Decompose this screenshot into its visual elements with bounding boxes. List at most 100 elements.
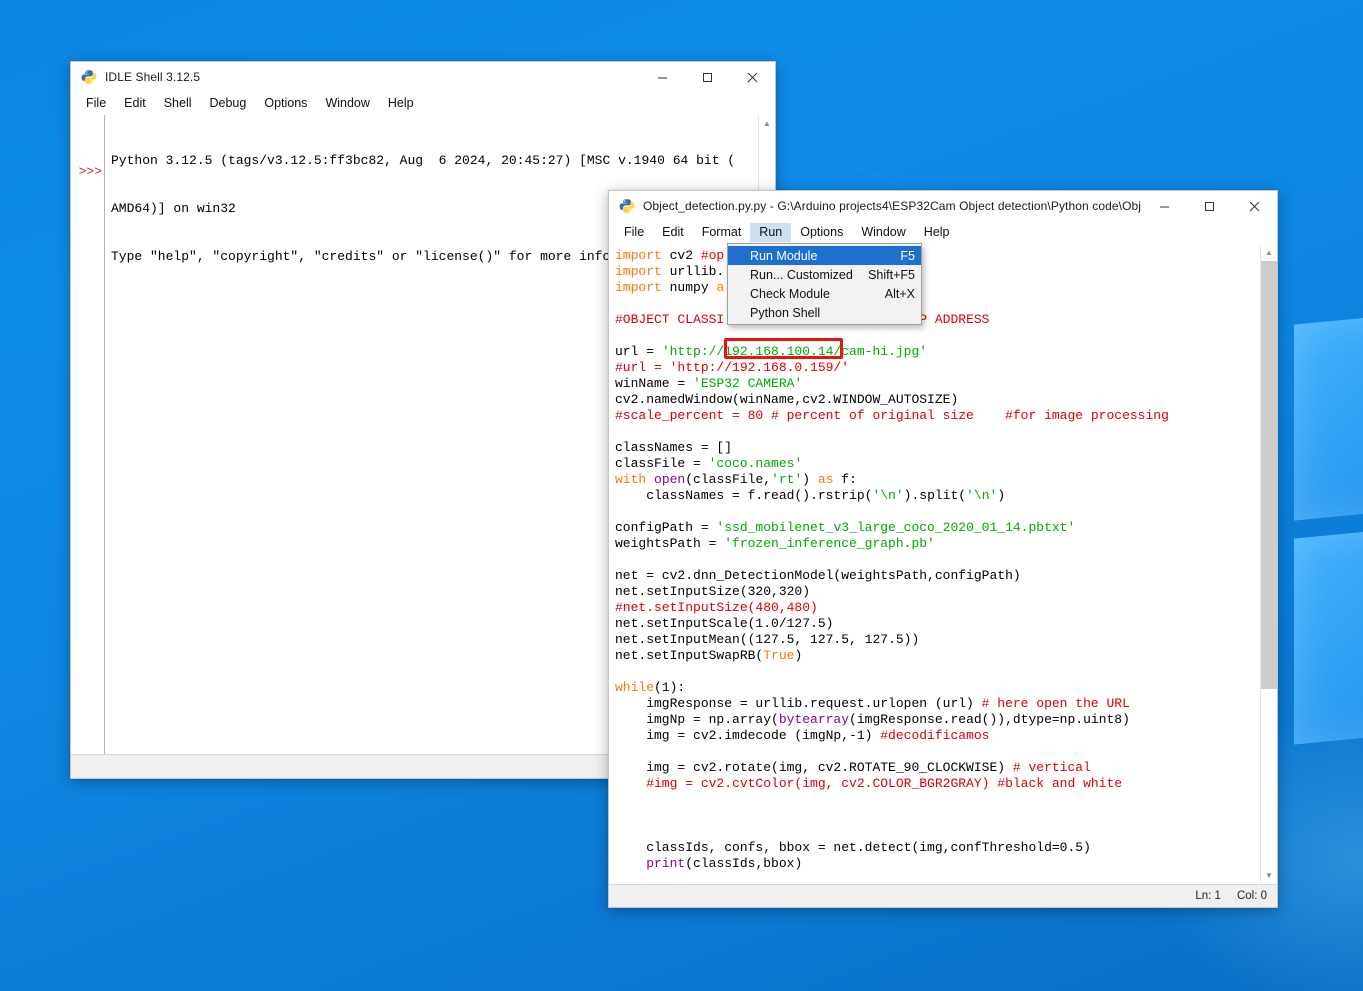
code-line: import numpy a bbox=[615, 280, 1260, 296]
code-token: cv2.namedWindow(winName,cv2.WINDOW_AUTOS… bbox=[615, 392, 958, 407]
code-token: as bbox=[818, 472, 841, 487]
code-line: import urllib. d URL bbox=[615, 264, 1260, 280]
editor-menu-format[interactable]: Format bbox=[693, 223, 751, 243]
code-line: url = 'http://192.168.100.14/cam-hi.jpg' bbox=[615, 344, 1260, 360]
code-line: img = cv2.imdecode (imgNp,-1) #decodific… bbox=[615, 728, 1260, 744]
code-line: print(classIds,bbox) bbox=[615, 856, 1260, 872]
run-dropdown-menu[interactable]: Run Module F5 Run... Customized Shift+F5… bbox=[727, 243, 922, 325]
logo-tile-top-right bbox=[1294, 305, 1363, 521]
shell-menubar[interactable]: File Edit Shell Debug Options Window Hel… bbox=[71, 92, 775, 115]
editor-statusbar: Ln: 1 Col: 0 bbox=[609, 884, 1277, 907]
code-token: # here open the URL bbox=[982, 696, 1130, 711]
code-line: weightsPath = 'frozen_inference_graph.pb… bbox=[615, 536, 1260, 552]
code-line: imgNp = np.array(bytearray(imgResponse.r… bbox=[615, 712, 1260, 728]
menu-item-run-customized[interactable]: Run... Customized Shift+F5 bbox=[728, 265, 921, 284]
code-token: 'http://192.168.100.14/cam-hi.jpg' bbox=[662, 344, 927, 359]
editor-close-button[interactable] bbox=[1232, 191, 1277, 221]
menu-item-check-module[interactable]: Check Module Alt+X bbox=[728, 284, 921, 303]
code-token: f: bbox=[841, 472, 857, 487]
editor-code-area[interactable]: import cv2 #opimport urllib. d URLimport… bbox=[609, 244, 1277, 884]
editor-scroll-thumb[interactable] bbox=[1261, 261, 1277, 689]
code-token: ) bbox=[997, 488, 1005, 503]
editor-titlebar[interactable]: Object_detection.py.py - G:\Arduino proj… bbox=[609, 191, 1277, 221]
code-line: classFile = 'coco.names' bbox=[615, 456, 1260, 472]
code-line: classIds, confs, bbox = net.detect(img,c… bbox=[615, 840, 1260, 856]
code-token: 'rt' bbox=[771, 472, 802, 487]
code-line bbox=[615, 792, 1260, 808]
code-line: while(1): bbox=[615, 680, 1260, 696]
code-token: ).split( bbox=[904, 488, 966, 503]
editor-vertical-scrollbar[interactable]: ▲ ▼ bbox=[1260, 244, 1277, 884]
shell-maximize-button[interactable] bbox=[685, 62, 730, 92]
shell-menu-options[interactable]: Options bbox=[255, 94, 316, 114]
python-idle-icon bbox=[81, 69, 97, 85]
shell-menu-edit[interactable]: Edit bbox=[115, 94, 155, 114]
code-token: 'ESP32 CAMERA' bbox=[693, 376, 802, 391]
code-token: url = bbox=[615, 344, 662, 359]
editor-menu-run[interactable]: Run bbox=[750, 223, 791, 243]
code-line: #net.setInputSize(480,480) bbox=[615, 600, 1260, 616]
shell-close-button[interactable] bbox=[730, 62, 775, 92]
menu-item-run-module[interactable]: Run Module F5 bbox=[728, 246, 921, 265]
scroll-down-icon[interactable]: ▼ bbox=[1261, 867, 1277, 884]
editor-menu-options[interactable]: Options bbox=[791, 223, 852, 243]
shell-menu-window[interactable]: Window bbox=[316, 94, 378, 114]
code-token: img = cv2.imdecode (imgNp,-1) bbox=[615, 728, 880, 743]
code-token: winName = bbox=[615, 376, 693, 391]
editor-menu-file[interactable]: File bbox=[615, 223, 653, 243]
code-token: net.setInputSwapRB( bbox=[615, 648, 763, 663]
code-token: #OBJECT CLASSI bbox=[615, 312, 724, 327]
code-text[interactable]: import cv2 #opimport urllib. d URLimport… bbox=[609, 244, 1260, 884]
shell-menu-debug[interactable]: Debug bbox=[201, 94, 256, 114]
shell-titlebar[interactable]: IDLE Shell 3.12.5 bbox=[71, 62, 775, 92]
editor-minimize-button[interactable] bbox=[1142, 191, 1187, 221]
editor-menu-window[interactable]: Window bbox=[852, 223, 914, 243]
code-line: #scale_percent = 80 # percent of origina… bbox=[615, 408, 1260, 424]
shell-output-line: Python 3.12.5 (tags/v3.12.5:ff3bc82, Aug… bbox=[111, 153, 758, 169]
shell-menu-shell[interactable]: Shell bbox=[155, 94, 201, 114]
idle-editor-window[interactable]: Object_detection.py.py - G:\Arduino proj… bbox=[608, 190, 1278, 908]
code-line: net.setInputSize(320,320) bbox=[615, 584, 1260, 600]
code-line bbox=[615, 328, 1260, 344]
code-token: img = cv2.rotate(img, cv2.ROTATE_90_CLOC… bbox=[615, 760, 1013, 775]
code-token: weightsPath = bbox=[615, 536, 724, 551]
shell-menu-file[interactable]: File bbox=[77, 94, 115, 114]
editor-maximize-button[interactable] bbox=[1187, 191, 1232, 221]
code-line bbox=[615, 424, 1260, 440]
editor-menubar[interactable]: File Edit Format Run Options Window Help bbox=[609, 221, 1277, 244]
code-token: while bbox=[615, 680, 654, 695]
code-token: '\n' bbox=[966, 488, 997, 503]
scroll-up-icon[interactable]: ▲ bbox=[1261, 244, 1277, 261]
code-line: #OBJECT CLASSI EO IN IP ADDRESS bbox=[615, 312, 1260, 328]
menu-item-shortcut: Shift+F5 bbox=[868, 268, 915, 282]
code-token: cv2 bbox=[670, 248, 701, 263]
shell-title-text: IDLE Shell 3.12.5 bbox=[105, 70, 640, 84]
menu-item-label: Check Module bbox=[750, 287, 875, 301]
menu-item-python-shell[interactable]: Python Shell bbox=[728, 303, 921, 322]
code-line: import cv2 #op bbox=[615, 248, 1260, 264]
scroll-up-icon[interactable]: ▲ bbox=[759, 115, 775, 132]
code-line: net.setInputMean((127.5, 127.5, 127.5)) bbox=[615, 632, 1260, 648]
code-line: #img = cv2.cvtColor(img, cv2.COLOR_BGR2G… bbox=[615, 776, 1260, 792]
code-token: '\n' bbox=[872, 488, 903, 503]
code-token: #op bbox=[701, 248, 724, 263]
shell-menu-help[interactable]: Help bbox=[379, 94, 423, 114]
code-line: winName = 'ESP32 CAMERA' bbox=[615, 376, 1260, 392]
code-token: configPath = bbox=[615, 520, 716, 535]
code-token: #net.setInputSize(480,480) bbox=[615, 600, 818, 615]
code-line: #url = 'http://192.168.0.159/' bbox=[615, 360, 1260, 376]
code-token: (imgResponse.read()),dtype=np.uint8) bbox=[849, 712, 1130, 727]
code-line: net.setInputScale(1.0/127.5) bbox=[615, 616, 1260, 632]
code-token: net = cv2.dnn_DetectionModel(weightsPath… bbox=[615, 568, 1021, 583]
status-line-number: Ln: 1 bbox=[1195, 890, 1221, 902]
editor-menu-help[interactable]: Help bbox=[915, 223, 959, 243]
code-token: (classFile, bbox=[685, 472, 771, 487]
code-token: (classIds,bbox) bbox=[685, 856, 802, 871]
code-line: cv2.namedWindow(winName,cv2.WINDOW_AUTOS… bbox=[615, 392, 1260, 408]
code-line: net.setInputSwapRB(True) bbox=[615, 648, 1260, 664]
code-token: with bbox=[615, 472, 654, 487]
code-token: 'coco.names' bbox=[709, 456, 803, 471]
code-line bbox=[615, 552, 1260, 568]
editor-menu-edit[interactable]: Edit bbox=[653, 223, 693, 243]
shell-minimize-button[interactable] bbox=[640, 62, 685, 92]
